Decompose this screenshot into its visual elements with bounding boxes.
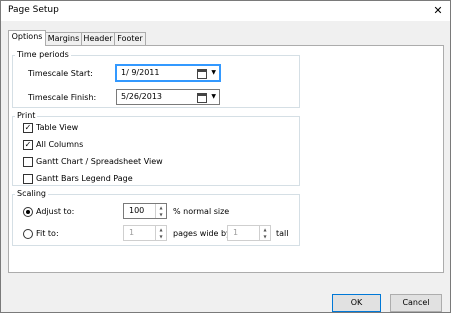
print-options: ✓ Table View ✓ All Columns Gantt Chart /… bbox=[23, 122, 283, 184]
window-title: Page Setup bbox=[8, 5, 59, 15]
fit-wide-value: 1 bbox=[129, 228, 135, 237]
stepper-buttons: ▲ ▼ bbox=[155, 204, 166, 218]
fit-tall-stepper[interactable]: 1 ▲ ▼ bbox=[227, 225, 271, 241]
scaling-legend: Scaling bbox=[17, 189, 46, 198]
tab-header[interactable]: Header bbox=[81, 32, 115, 45]
table-view-checkbox[interactable]: ✓ bbox=[23, 123, 33, 133]
stepper-buttons: ▲ ▼ bbox=[259, 226, 270, 240]
pages-wide-label: pages wide by bbox=[173, 229, 231, 238]
print-legend: Print bbox=[17, 111, 36, 120]
fit-wide-stepper[interactable]: 1 ▲ ▼ bbox=[123, 225, 167, 241]
gantt-chart-label: Gantt Chart / Spreadsheet View bbox=[36, 157, 163, 166]
stepper-up-icon[interactable]: ▲ bbox=[156, 204, 166, 211]
adjust-suffix-label: % normal size bbox=[173, 207, 230, 216]
table-view-label: Table View bbox=[36, 123, 79, 132]
stepper-buttons: ▲ ▼ bbox=[155, 226, 166, 240]
page-setup-dialog: Page Setup ✕ Options Margins Header Foot… bbox=[0, 0, 451, 313]
stepper-down-icon[interactable]: ▼ bbox=[156, 211, 166, 218]
radio-selected-dot bbox=[26, 210, 30, 214]
timescale-start-value: 1/ 9/2011 bbox=[121, 68, 160, 77]
tall-label: tall bbox=[276, 229, 289, 238]
all-columns-label: All Columns bbox=[36, 140, 84, 149]
fit-to-label: Fit to: bbox=[36, 229, 59, 238]
calendar-icon[interactable] bbox=[197, 93, 207, 103]
timescale-finish-field[interactable]: 5/26/2013 ▼ bbox=[116, 89, 220, 105]
fit-to-radio[interactable] bbox=[23, 229, 33, 239]
tab-footer[interactable]: Footer bbox=[114, 32, 146, 45]
adjust-to-radio[interactable] bbox=[23, 207, 33, 217]
tab-options[interactable]: Options bbox=[8, 30, 46, 46]
stepper-down-icon[interactable]: ▼ bbox=[156, 233, 166, 240]
gantt-legend-checkbox[interactable] bbox=[23, 174, 33, 184]
gantt-chart-checkbox[interactable] bbox=[23, 157, 33, 167]
scaling-group: Scaling Adjust to: 100 ▲ ▼ % normal size… bbox=[12, 190, 300, 246]
gantt-legend-label: Gantt Bars Legend Page bbox=[36, 174, 133, 183]
chevron-down-icon[interactable]: ▼ bbox=[211, 69, 216, 76]
cancel-button[interactable]: Cancel bbox=[390, 294, 442, 312]
adjust-to-value: 100 bbox=[129, 206, 145, 215]
adjust-to-label: Adjust to: bbox=[36, 207, 75, 216]
timescale-start-field[interactable]: 1/ 9/2011 ▼ bbox=[116, 65, 220, 81]
timescale-start-label: Timescale Start: bbox=[28, 69, 93, 78]
timescale-finish-label: Timescale Finish: bbox=[28, 93, 97, 102]
chevron-down-icon[interactable]: ▼ bbox=[211, 93, 216, 100]
options-tab-panel: Time periods Timescale Start: 1/ 9/2011 … bbox=[8, 45, 444, 273]
fit-tall-value: 1 bbox=[233, 228, 239, 237]
stepper-up-icon[interactable]: ▲ bbox=[156, 226, 166, 233]
time-periods-group: Time periods Timescale Start: 1/ 9/2011 … bbox=[12, 51, 300, 108]
title-bar: Page Setup ✕ bbox=[1, 1, 450, 21]
stepper-down-icon[interactable]: ▼ bbox=[260, 233, 270, 240]
timescale-finish-value: 5/26/2013 bbox=[121, 92, 163, 101]
adjust-to-stepper[interactable]: 100 ▲ ▼ bbox=[123, 203, 167, 219]
print-group: Print ✓ Table View ✓ All Columns Gantt C… bbox=[12, 112, 300, 186]
calendar-icon[interactable] bbox=[197, 69, 207, 79]
stepper-up-icon[interactable]: ▲ bbox=[260, 226, 270, 233]
tab-margins[interactable]: Margins bbox=[45, 32, 82, 45]
all-columns-checkbox[interactable]: ✓ bbox=[23, 140, 33, 150]
close-icon[interactable]: ✕ bbox=[430, 3, 446, 19]
ok-button[interactable]: OK bbox=[332, 294, 381, 312]
time-periods-legend: Time periods bbox=[17, 50, 69, 59]
